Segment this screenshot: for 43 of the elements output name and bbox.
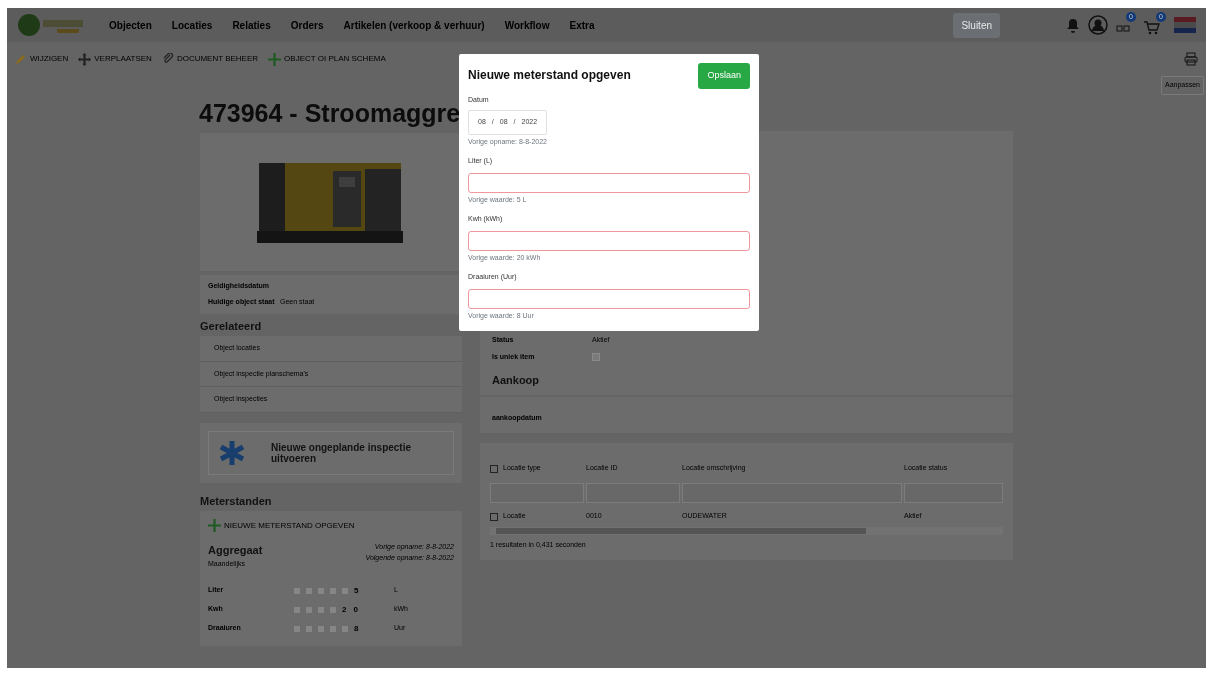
toolbar-button[interactable]: VERPLAATSEN [78, 52, 152, 66]
toolbar-button[interactable]: DOCUMENT BEHEER [161, 53, 259, 65]
section-heading: Aankoop [492, 373, 541, 388]
meter-value: 8 [354, 622, 366, 635]
input-field[interactable] [468, 172, 750, 193]
meter-value: 20 [342, 603, 365, 616]
nav-link[interactable]: Workflow [504, 17, 550, 33]
plus-icon [268, 52, 282, 66]
pencil-icon [15, 53, 27, 65]
bell-icon[interactable] [1066, 17, 1080, 33]
paperclip-icon [161, 53, 174, 65]
plus-icon [208, 519, 221, 532]
inspection-tile[interactable]: Nieuwe ongeplande inspectie uitvoeren [208, 430, 454, 475]
close-button[interactable]: Sluiten [953, 12, 1000, 38]
page-title: 473964 - Stroomaggre [199, 97, 462, 129]
toolbar-button[interactable]: WIJZIGEN [15, 53, 69, 65]
section-heading: Gerelateerd [200, 318, 263, 334]
cart-icon[interactable] [1144, 21, 1160, 35]
asterisk-icon [219, 439, 245, 466]
nav-link[interactable]: Locaties [171, 17, 213, 33]
checkbox[interactable] [490, 512, 498, 521]
dialog-title: Nieuwe meterstand opgeven [468, 67, 631, 84]
checkbox[interactable] [490, 464, 498, 473]
input-field[interactable] [468, 288, 750, 309]
horizontal-scrollbar[interactable] [490, 526, 1003, 535]
move-arrows-icon [78, 52, 92, 66]
section-heading: Meterstanden [200, 493, 273, 509]
input-field[interactable] [468, 230, 750, 251]
save-button[interactable]: Opslaan [698, 63, 750, 89]
nav-link[interactable]: Extra [569, 17, 595, 33]
add-reading-button[interactable]: NIEUWE METERSTAND OPGEVEN [208, 519, 454, 532]
user-icon[interactable] [1088, 15, 1108, 35]
meter-name: Aggregaat [208, 543, 263, 558]
nav-link[interactable]: Relaties [232, 17, 271, 33]
checkbox[interactable] [592, 352, 600, 361]
meter-value: 5 [354, 584, 366, 597]
print-icon[interactable] [1184, 52, 1198, 66]
nav-link[interactable]: Artikelen (verkoop & verhuur) [343, 17, 485, 33]
nav-link[interactable]: Orders [290, 17, 324, 33]
toolbar-button[interactable]: OBJECT OI PLAN SCHEMA [268, 52, 386, 66]
grid-icon[interactable] [1116, 25, 1130, 35]
nav-link[interactable]: Objecten [109, 17, 152, 33]
flag-icon[interactable] [1174, 17, 1196, 33]
